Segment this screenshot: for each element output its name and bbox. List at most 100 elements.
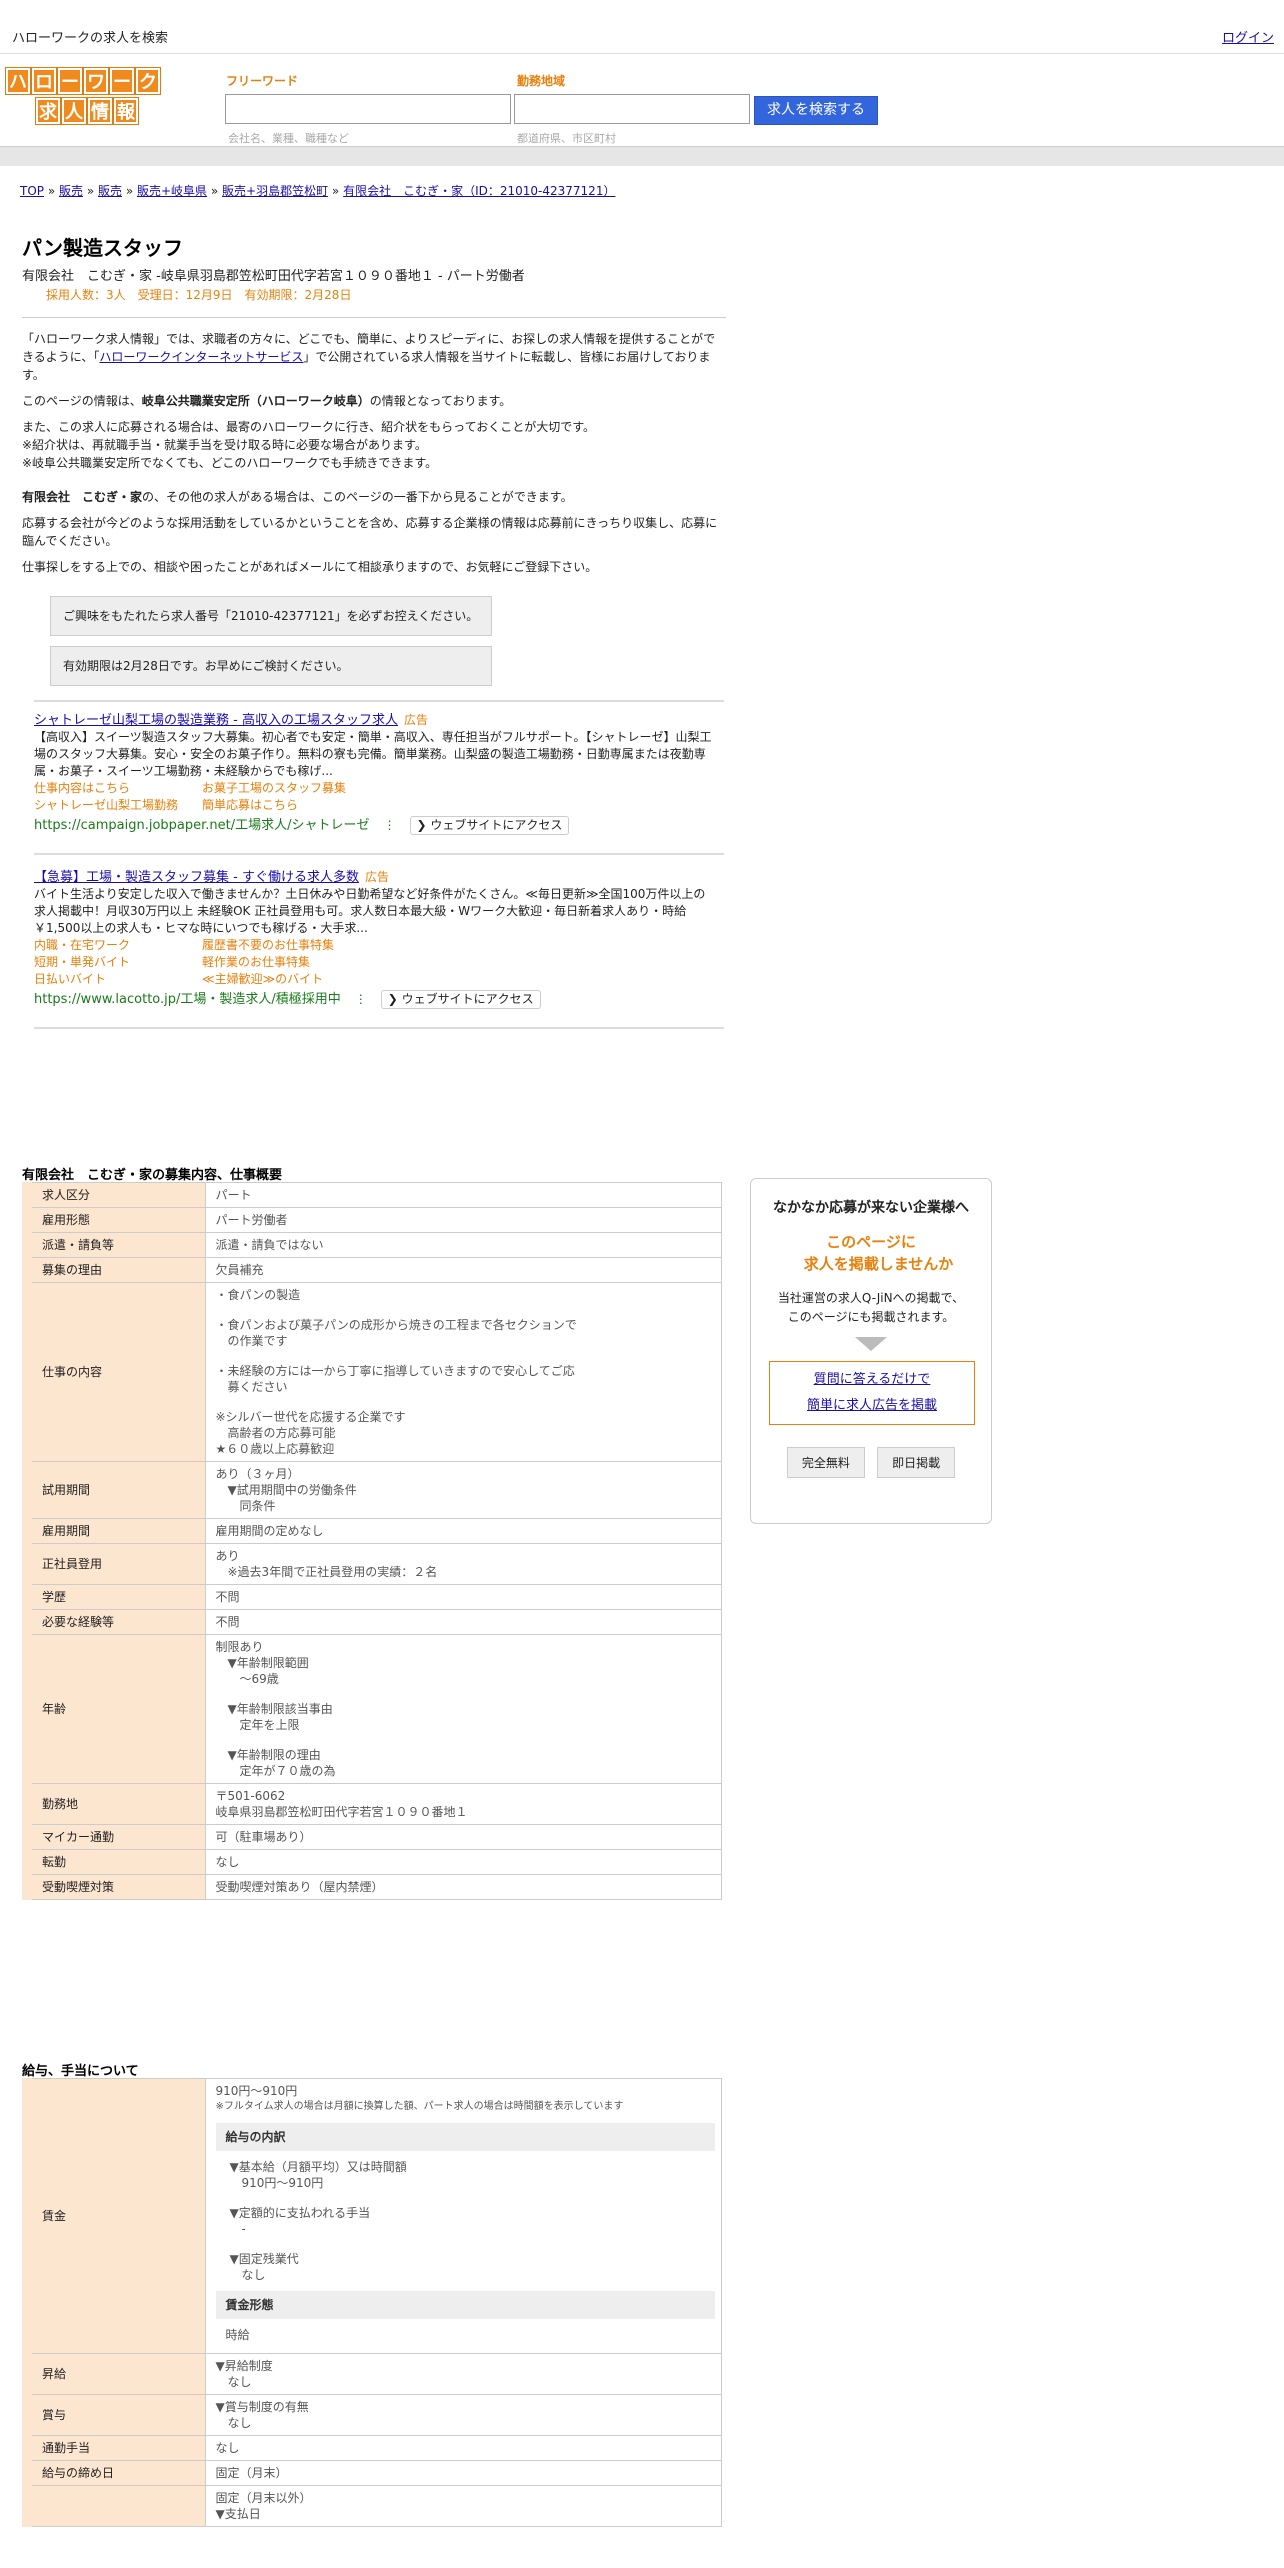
row-label: 学歴 bbox=[22, 1584, 206, 1610]
ad-url[interactable]: https://campaign.jobpaper.net/工場求人/シャトレー… bbox=[34, 818, 370, 833]
ad-block: シャトレーゼ山梨工場の製造業務 - 高収入の工場スタッフ求人 広告 【高収入】スイー… bbox=[34, 712, 714, 835]
main-content: パン製造スタッフ 有限会社 こむぎ・家 -岐阜県羽島郡笠松町田代字若宮１０９０番… bbox=[22, 232, 726, 1043]
table-row: 固定（月末以外） ▼支払日 bbox=[22, 2485, 722, 2527]
row-value: 可（駐車場あり） bbox=[204, 1824, 722, 1850]
row-label bbox=[22, 2485, 206, 2527]
breadcrumb-link[interactable]: TOP bbox=[20, 184, 44, 198]
ad-divider bbox=[34, 853, 724, 855]
table-row: 賞与 ▼賞与制度の有無 なし bbox=[22, 2394, 722, 2436]
ad-sitelink[interactable]: 日払いバイト bbox=[34, 971, 202, 988]
logo-char: 求 bbox=[35, 97, 61, 125]
ad-headline[interactable]: シャトレーゼ山梨工場の製造業務 - 高収入の工場スタッフ求人 bbox=[34, 713, 398, 728]
row-label: 昇給 bbox=[22, 2353, 206, 2395]
logo-char: ー bbox=[109, 67, 135, 95]
panel-text: 当社運営の求人Q-JiNへの掲載で、 このページにも掲載されます。 bbox=[777, 1291, 965, 1324]
job-title: パン製造スタッフ bbox=[22, 236, 183, 260]
row-value: ・食パンの製造 ・食パンおよび菓子パンの成形から焼きの工程まで各セクションで の作… bbox=[204, 1282, 722, 1462]
job-subtitle: 有限会社 こむぎ・家 -岐阜県羽島郡笠松町田代字若宮１０９０番地１ - パート労… bbox=[22, 269, 525, 284]
notice-job-number: ご興味をもたれたら求人番号「21010-42377121」を必ずお控えください。 bbox=[50, 596, 492, 636]
table-row: 賃金 910円〜910円 ※フルタイム求人の場合は月額に換算した額、パート求人の場合… bbox=[22, 2078, 722, 2354]
free-button[interactable]: 完全無料 bbox=[786, 1447, 865, 1478]
row-value: 不問 bbox=[204, 1609, 722, 1635]
panel-link-post[interactable]: 簡単に求人広告を掲載 bbox=[807, 1398, 937, 1413]
hellowork-logo[interactable]: ハローワーク 求人情報 bbox=[5, 67, 180, 126]
notice-expiry: 有効期限は2月28日です。お早めにご検討ください。 bbox=[50, 646, 492, 686]
breadcrumb-link[interactable]: 有限会社 こむぎ・家（ID：21010-42377121） bbox=[343, 184, 615, 198]
form-title: 賃金形態 bbox=[215, 2291, 715, 2319]
breadcrumb-link[interactable]: 販売 bbox=[98, 184, 122, 198]
breakdown-title: 給与の内訳 bbox=[215, 2123, 715, 2151]
row-value: 〒501-6062 岐阜県羽島郡笠松町田代字若宮１０９０番地１ bbox=[204, 1783, 722, 1825]
intro-p2: このページの情報は、岐阜公共職業安定所（ハローワーク岐阜）の情報となっております… bbox=[22, 394, 512, 408]
breadcrumb-link[interactable]: 販売+羽島郡笠松町 bbox=[222, 184, 328, 198]
visit-website-button[interactable]: ❯ ウェブサイトにアクセス bbox=[380, 990, 541, 1009]
ad-sitelink[interactable]: 簡単応募はこちら bbox=[202, 797, 298, 814]
ad-sitelink[interactable]: 仕事内容はこちら bbox=[34, 780, 202, 797]
visit-website-button[interactable]: ❯ ウェブサイトにアクセス bbox=[409, 816, 570, 835]
row-value: 雇用期間の定めなし bbox=[204, 1518, 722, 1544]
row-label: 通勤手当 bbox=[22, 2435, 206, 2461]
row-value: 910円〜910円 ※フルタイム求人の場合は月額に換算した額、パート求人の場合は時… bbox=[204, 2078, 722, 2354]
row-value: あり（３ヶ月） ▼試用期間中の労働条件 同条件 bbox=[204, 1461, 722, 1519]
table-row: 雇用形態 パート労働者 bbox=[22, 1207, 722, 1233]
row-label: 正社員登用 bbox=[22, 1543, 206, 1585]
table-row: 給与の締め日 固定（月末） bbox=[22, 2460, 722, 2486]
more-icon[interactable]: ⋮ bbox=[384, 818, 396, 832]
hellowork-internet-link[interactable]: ハローワークインターネットサービス bbox=[99, 350, 303, 364]
table-row: 受動喫煙対策 受動喫煙対策あり（屋内禁煙） bbox=[22, 1874, 722, 1900]
intro-p1: 「ハローワーク求人情報」では、求職者の方々に、どこでも、簡単に、よりスピーディに… bbox=[22, 332, 716, 382]
ad-url[interactable]: https://www.lacotto.jp/工場・製造求人/積極採用中 bbox=[34, 992, 341, 1007]
row-value: 固定（月末以外） ▼支払日 bbox=[204, 2485, 722, 2527]
section-wage: 給与、手当について bbox=[22, 2064, 139, 2079]
row-label: 賞与 bbox=[22, 2394, 206, 2436]
panel-headline: このページに 求人を掲載しませんか bbox=[788, 1233, 954, 1273]
ad-sitelink[interactable]: 短期・単発バイト bbox=[34, 954, 202, 971]
area-input[interactable] bbox=[514, 94, 750, 124]
breadcrumb-link[interactable]: 販売 bbox=[59, 184, 83, 198]
row-value: 派遣・請負ではない bbox=[204, 1232, 722, 1258]
row-label: 雇用形態 bbox=[22, 1207, 206, 1233]
ad-sitelink[interactable]: 履歴書不要のお仕事特集 bbox=[202, 937, 334, 954]
table-row: 通勤手当 なし bbox=[22, 2435, 722, 2461]
table-row: 昇給 ▼昇給制度 なし bbox=[22, 2353, 722, 2395]
intro-p5: 応募する会社が今どのような採用活動をしているかということを含め、応募する企業様の… bbox=[22, 516, 718, 548]
down-arrow-icon bbox=[855, 1337, 887, 1351]
row-label: 勤務地 bbox=[22, 1783, 206, 1825]
table-row: 必要な経験等 不問 bbox=[22, 1609, 722, 1635]
ad-sitelink[interactable]: お菓子工場のスタッフ募集 bbox=[202, 780, 346, 797]
ad-headline[interactable]: 【急募】工場・製造スタッフ募集 - すぐ働ける求人多数 bbox=[34, 870, 359, 885]
header: ハローワーク 求人情報 フリーワード 会社名、業種、職種など 勤務地域 都道府県… bbox=[0, 54, 1284, 146]
row-value: 制限あり ▼年齢制限範囲 〜69歳 ▼年齢制限該当事由 定年を上限 ▼年齢制限の… bbox=[204, 1634, 722, 1784]
row-value: 受動喫煙対策あり（屋内禁煙） bbox=[204, 1874, 722, 1900]
ad-description: 【高収入】スイーツ製造スタッフ大募集。初心者でも安定・簡単・高収入、専任担当がフ… bbox=[34, 730, 712, 778]
wage-range: 910円〜910円 bbox=[215, 2084, 298, 2098]
job-meta: 採用人数：3人 受理日：12月9日 有効期限：2月28日 bbox=[46, 288, 352, 302]
wage-form: 時給 bbox=[225, 2328, 250, 2342]
wage-note: ※フルタイム求人の場合は月額に換算した額、パート求人の場合は時間額を表示していま… bbox=[215, 2101, 624, 2112]
row-value: 不問 bbox=[204, 1584, 722, 1610]
ad-sitelink[interactable]: ≪主婦歓迎≫のバイト bbox=[202, 971, 323, 988]
table-row: 正社員登用 あり ※過去3年間で正社員登用の実績：２名 bbox=[22, 1543, 722, 1585]
freeword-input[interactable] bbox=[225, 94, 511, 124]
row-value: 欠員補充 bbox=[204, 1257, 722, 1283]
ad-sitelink[interactable]: 内職・在宅ワーク bbox=[34, 937, 202, 954]
row-value: パート労働者 bbox=[204, 1207, 722, 1233]
search-button[interactable]: 求人を検索する bbox=[754, 96, 878, 125]
more-icon[interactable]: ⋮ bbox=[355, 992, 367, 1006]
row-value: あり ※過去3年間で正社員登用の実績：２名 bbox=[204, 1543, 722, 1585]
table-row: 雇用期間 雇用期間の定めなし bbox=[22, 1518, 722, 1544]
table-row: マイカー通勤 可（駐車場あり） bbox=[22, 1824, 722, 1850]
breadcrumb-link[interactable]: 販売+岐阜県 bbox=[137, 184, 207, 198]
panel-link-question[interactable]: 質問に答えるだけで bbox=[814, 1372, 931, 1387]
site-title: ハローワークの求人を検索 bbox=[12, 31, 169, 46]
ad-sitelink[interactable]: シャトレーゼ山梨工場勤務 bbox=[34, 797, 202, 814]
row-label: 派遣・請負等 bbox=[22, 1232, 206, 1258]
logo-char: 人 bbox=[61, 97, 87, 125]
same-day-button[interactable]: 即日掲載 bbox=[877, 1447, 956, 1478]
ad-sitelink[interactable]: 軽作業のお仕事特集 bbox=[202, 954, 310, 971]
row-label: マイカー通勤 bbox=[22, 1824, 206, 1850]
ad-block: 【急募】工場・製造スタッフ募集 - すぐ働ける求人多数 広告 バイト生活より安定した… bbox=[34, 869, 714, 1009]
login-link[interactable]: ログイン bbox=[1222, 27, 1274, 46]
row-label: 給与の締め日 bbox=[22, 2460, 206, 2486]
freeword-hint: 会社名、業種、職種など bbox=[228, 132, 349, 145]
